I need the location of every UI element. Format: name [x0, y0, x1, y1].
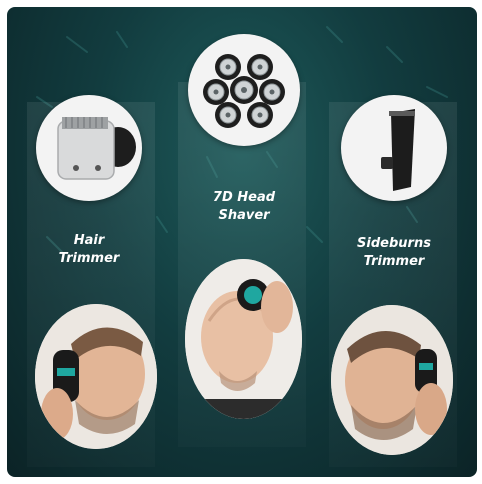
hair-trimmer-head-image — [36, 95, 142, 201]
product-feature-graphic: Hair Trimmer 7D Head Shaver Sideburns Tr… — [7, 7, 477, 477]
label-hair-trimmer-line1: Hair — [73, 233, 105, 248]
label-sideburns-trimmer-line2: Trimmer — [363, 254, 425, 269]
label-hair-trimmer: Hair Trimmer — [24, 232, 154, 268]
head-shaver-usage-photo — [185, 259, 302, 419]
man-shaving-head-illustration — [185, 259, 302, 419]
trimmer-head-icon — [57, 117, 136, 180]
man-trimming-sideburns-illustration — [331, 305, 453, 455]
label-hair-trimmer-line2: Trimmer — [58, 251, 120, 266]
hair-trimmer-usage-photo — [35, 304, 157, 449]
label-head-shaver: 7D Head Shaver — [179, 189, 309, 225]
sideburns-trimmer-usage-photo — [331, 305, 453, 455]
head-shaver-image — [188, 34, 300, 146]
label-head-shaver-line2: Shaver — [218, 208, 270, 223]
sideburns-trimmer-image — [341, 95, 447, 201]
label-sideburns-trimmer-line1: Sideburns — [357, 236, 431, 251]
sideburns-trimmer-icon — [381, 109, 415, 191]
label-head-shaver-line1: 7D Head — [212, 190, 276, 205]
rotary-shaver-icon — [203, 54, 285, 128]
label-sideburns-trimmer: Sideburns Trimmer — [329, 235, 459, 271]
man-trimming-hair-illustration — [35, 304, 157, 449]
